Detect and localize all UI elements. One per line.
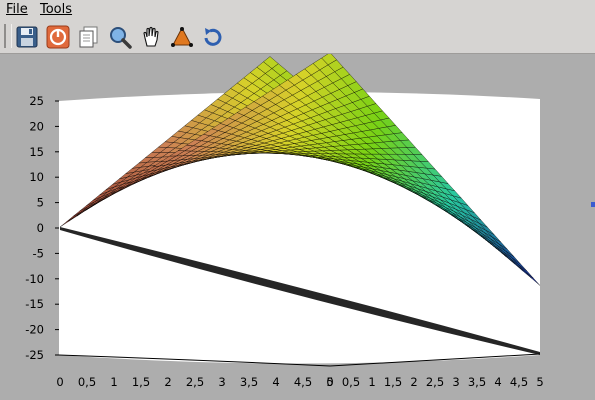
y-tick-label: 2,5 <box>426 375 444 389</box>
stop-icon <box>46 25 70 49</box>
surface-plot[interactable]: 2520151050-5-10-15-20-250 0,5 1 1,5 2 2,5 3 3,5… <box>0 54 595 400</box>
save-button[interactable] <box>14 24 40 50</box>
y-tick-label: 3,5 <box>468 375 486 389</box>
y-tick-label: 2 <box>410 375 417 389</box>
x-tick-label: 2 <box>164 375 171 389</box>
menu-file-label: File <box>6 2 28 17</box>
rotate-button[interactable] <box>200 24 226 50</box>
toolbar-grip[interactable] <box>4 24 12 48</box>
x-tick-label: 4,5 <box>294 375 312 389</box>
z-tick-label: -5 <box>33 246 44 260</box>
y-tick-label: 4,5 <box>510 375 528 389</box>
z-tick-label: -10 <box>25 272 44 286</box>
x-tick-label: 0 <box>56 375 63 389</box>
x-tick-label: 1,5 <box>132 375 150 389</box>
y-axis: 0 0,5 1 1,5 2 2,5 3 3,5 4 4,5 5 <box>326 375 543 389</box>
menu-tools-label: Tools <box>40 2 73 17</box>
menu-tools[interactable]: Tools <box>40 2 72 17</box>
z-tick-label: 20 <box>29 119 44 133</box>
z-tick-label: 25 <box>29 94 44 108</box>
x-tick-label: 2,5 <box>186 375 204 389</box>
x-tick-label: 4 <box>272 375 279 389</box>
pan-hand-icon <box>143 26 159 47</box>
x-tick-label: 1 <box>110 375 117 389</box>
y-tick-label: 0,5 <box>342 375 360 389</box>
z-tick-label: 0 <box>37 221 44 235</box>
copy-button[interactable] <box>76 24 102 50</box>
canvas-edge-marker <box>591 202 595 207</box>
zoom-icon <box>110 27 132 49</box>
z-tick-label: 5 <box>37 196 44 210</box>
y-tick-label: 1,5 <box>384 375 402 389</box>
toolbar <box>0 20 595 54</box>
datatip-button[interactable] <box>169 24 195 50</box>
x-axis: 0 0,5 1 1,5 2 2,5 3 3,5 4 4,5 5 <box>56 375 333 389</box>
y-tick-label: 3 <box>452 375 459 389</box>
z-tick-label: 10 <box>29 170 44 184</box>
copy-icon <box>79 26 98 48</box>
menu-file[interactable]: File <box>6 2 28 17</box>
figure-canvas[interactable]: 25 20 15 10 5 0 -5 -10 -15 -20 -25 0 0,5 1 1,5 2 2,5 3 3,5… <box>0 54 595 400</box>
z-tick-label: -15 <box>25 297 44 311</box>
z-tick-label: -25 <box>25 348 44 362</box>
z-tick-label: -20 <box>25 323 44 337</box>
y-tick-label: 1 <box>368 375 375 389</box>
stop-button[interactable] <box>45 24 71 50</box>
z-axis: 25 20 15 10 5 0 -5 -10 -15 -20 -25 <box>25 94 59 362</box>
zoom-button[interactable] <box>107 24 133 50</box>
pan-button[interactable] <box>138 24 164 50</box>
y-tick-label: 0 <box>326 375 333 389</box>
x-tick-label: 3 <box>218 375 225 389</box>
datatip-cone-icon <box>171 26 193 47</box>
z-tick-label: 15 <box>29 145 44 159</box>
x-tick-label: 3,5 <box>240 375 258 389</box>
rotate-icon <box>204 28 222 46</box>
y-tick-label: 4 <box>494 375 501 389</box>
x-tick-label: 0,5 <box>78 375 96 389</box>
menu-bar: File Tools <box>0 0 595 20</box>
y-tick-label: 5 <box>536 375 543 389</box>
save-icon <box>16 26 38 48</box>
